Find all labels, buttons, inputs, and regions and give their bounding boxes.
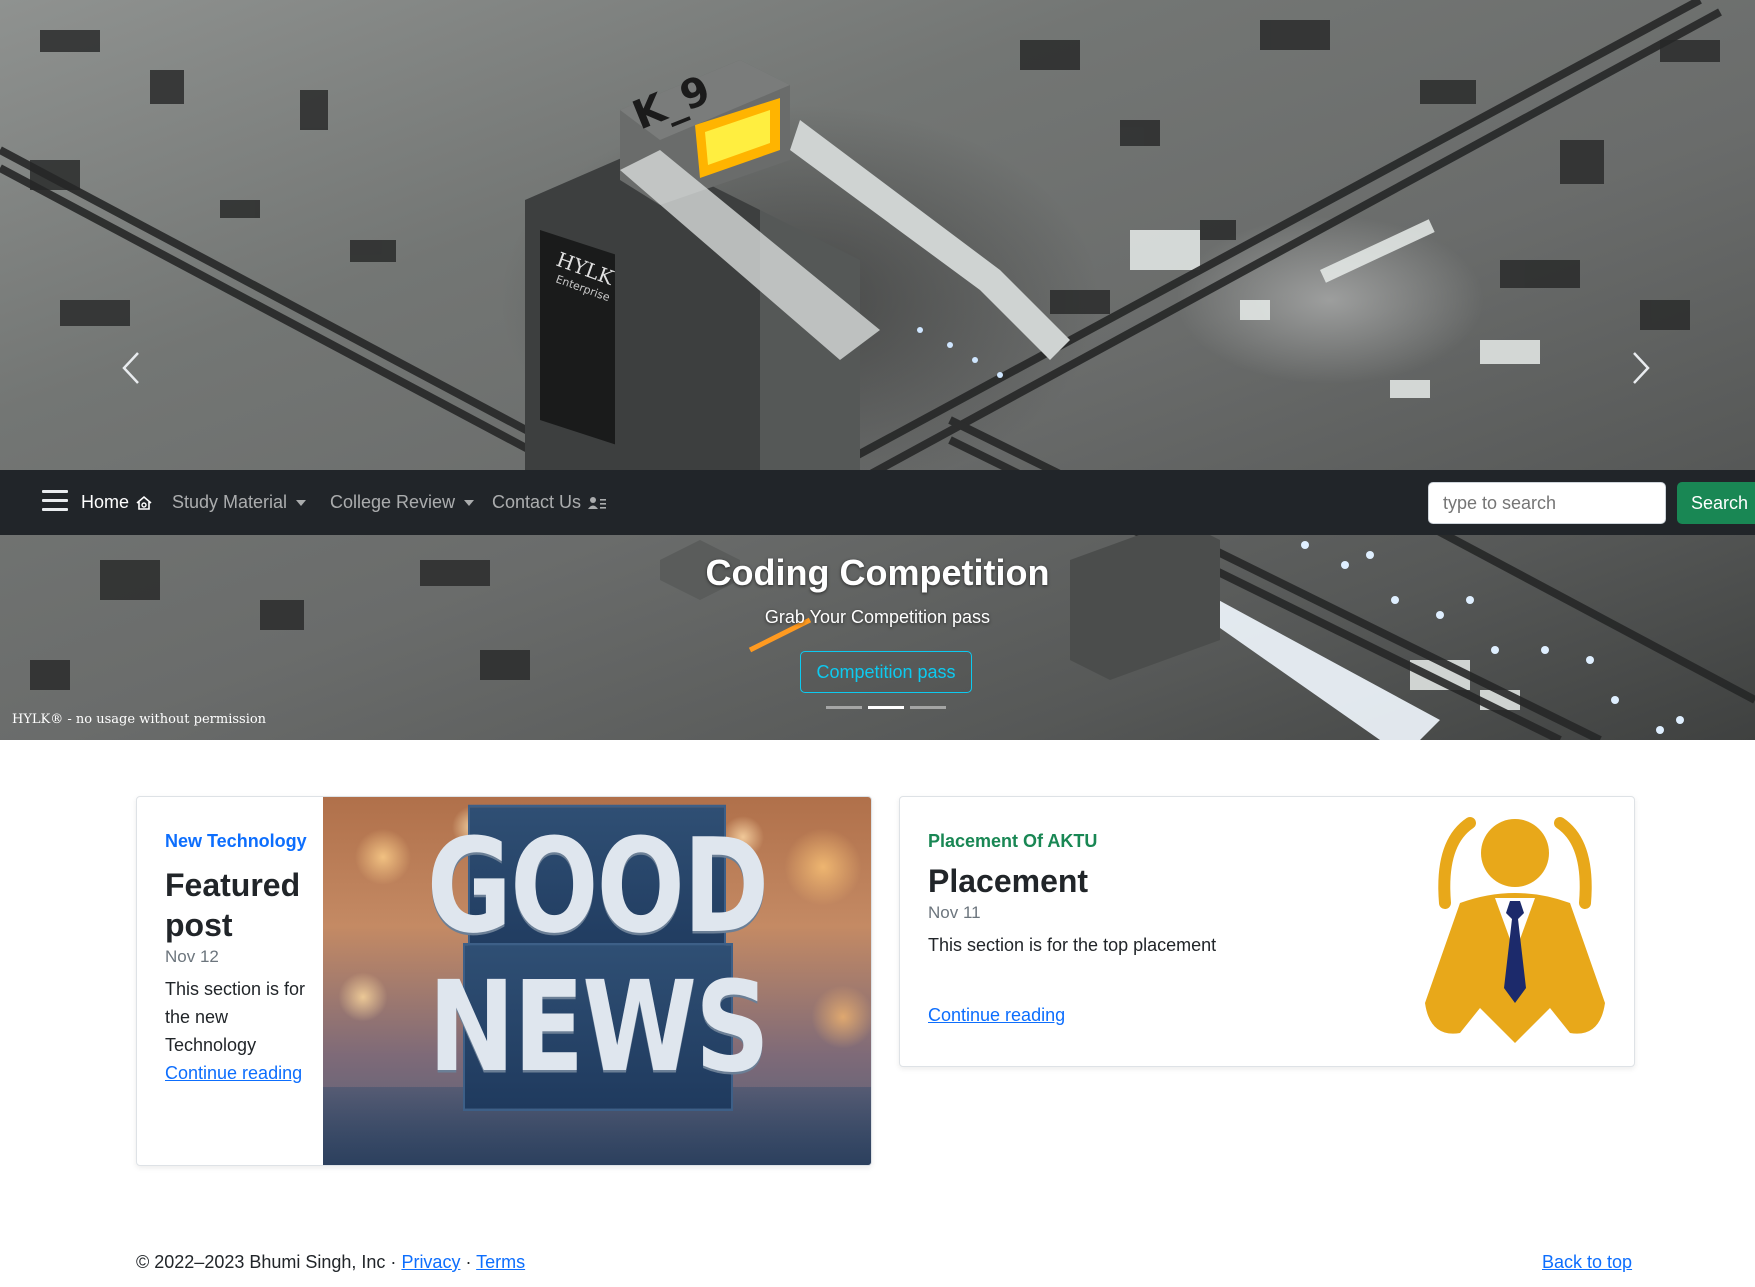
- post-card-new-technology: New Technology Featured post Nov 12 This…: [136, 796, 872, 1166]
- chevron-left-icon: [122, 352, 139, 384]
- nav-item-study-material[interactable]: Study Material: [172, 470, 307, 535]
- main-navbar: Home Study Material College Review Conta…: [0, 470, 1755, 535]
- chevron-down-icon: [464, 499, 475, 506]
- nav-item-label: Home: [81, 492, 130, 512]
- search-button[interactable]: Search: [1677, 482, 1755, 524]
- continue-reading-link[interactable]: Continue reading: [165, 1059, 313, 1087]
- footer-separator: ·: [460, 1252, 477, 1272]
- continue-reading-link[interactable]: Continue reading: [928, 1001, 1328, 1029]
- post-description: This section is for the new Technology: [165, 979, 306, 1055]
- image-watermark: HYLK® - no usage without permission: [12, 712, 267, 727]
- post-date: Nov 12: [165, 947, 219, 966]
- nav-item-label: Study Material: [172, 492, 288, 512]
- chevron-down-icon: [296, 499, 307, 506]
- carousel-indicator-2[interactable]: [868, 706, 904, 709]
- carousel-next-button[interactable]: [1621, 348, 1661, 388]
- post-card-body: New Technology Featured post Nov 12 This…: [165, 827, 313, 1087]
- footer-copyright: © 2022–2023 Bhumi Singh, Inc · Privacy ·…: [136, 1252, 525, 1273]
- chevron-right-icon: [1633, 352, 1650, 384]
- carousel-indicator-3[interactable]: [910, 706, 946, 709]
- good-news-line2: NEWS: [428, 943, 770, 1111]
- post-date: Nov 11: [928, 903, 981, 922]
- carousel-caption-subtitle: Grab Your Competition pass: [764, 607, 991, 627]
- post-description: This section is for the top placement: [928, 935, 1217, 955]
- businessman-icon: [1425, 817, 1605, 1043]
- hero-carousel: K_9 HYLK Enterprise Coding Competition G…: [0, 0, 1755, 740]
- carousel-prev-button[interactable]: [111, 348, 151, 388]
- nav-item-home[interactable]: Home: [81, 470, 153, 535]
- house-icon: [135, 494, 153, 512]
- nav-item-label: College Review: [330, 492, 456, 512]
- good-news-image: GOOD NEWS: [323, 797, 871, 1165]
- competition-pass-button[interactable]: Competition pass: [800, 651, 972, 693]
- terms-link[interactable]: Terms: [476, 1252, 525, 1272]
- carousel-indicators: [826, 706, 946, 709]
- person-lines-icon: [587, 495, 607, 511]
- back-to-top-link[interactable]: Back to top: [1542, 1252, 1632, 1273]
- nav-item-contact-us[interactable]: Contact Us: [492, 470, 607, 535]
- carousel-indicator-1[interactable]: [826, 706, 862, 709]
- nav-item-college-review[interactable]: College Review: [330, 470, 475, 535]
- post-title: Featured post: [165, 867, 301, 943]
- hamburger-icon[interactable]: [42, 490, 68, 512]
- post-card-body: Placement Of AKTU Placement Nov 11 This …: [928, 827, 1328, 1029]
- post-card-placement: Placement Of AKTU Placement Nov 11 This …: [899, 796, 1635, 1067]
- search-input[interactable]: [1428, 482, 1666, 524]
- carousel-caption-title: Coding Competition: [705, 552, 1050, 593]
- copyright-text: © 2022–2023 Bhumi Singh, Inc ·: [136, 1252, 402, 1272]
- post-category: Placement Of AKTU: [928, 831, 1098, 851]
- privacy-link[interactable]: Privacy: [401, 1252, 460, 1272]
- hero-background-image: K_9 HYLK Enterprise: [0, 0, 1755, 740]
- post-title: Placement: [928, 863, 1089, 899]
- post-category: New Technology: [165, 831, 307, 851]
- nav-item-label: Contact Us: [492, 492, 582, 512]
